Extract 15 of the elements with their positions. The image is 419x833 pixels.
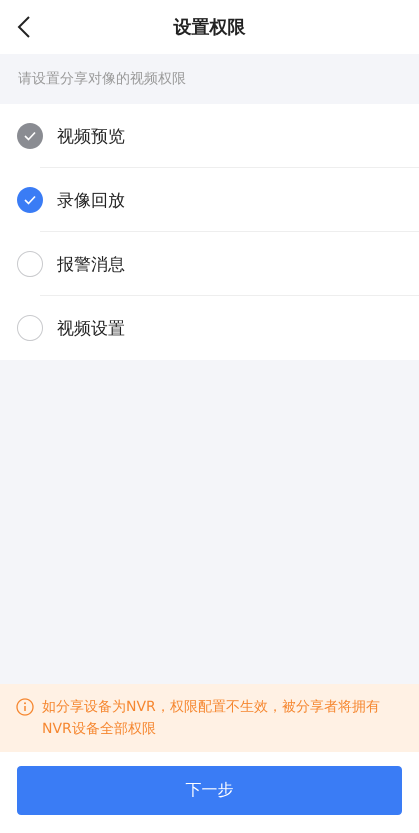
permission-label: 视频设置 (57, 318, 125, 340)
permission-label: 报警消息 (57, 254, 125, 276)
checkbox[interactable] (17, 187, 43, 213)
checkmark-icon (24, 195, 36, 205)
permission-label: 录像回放 (57, 190, 125, 212)
back-icon (17, 15, 31, 39)
checkbox[interactable] (17, 315, 43, 341)
info-icon (16, 698, 34, 716)
next-button[interactable]: 下一步 (17, 766, 402, 815)
page-title: 设置权限 (174, 16, 246, 39)
notice-text: 如分享设备为NVR，权限配置不生效，被分享者将拥有NVR设备全部权限 (42, 698, 381, 739)
hint-text: 请设置分享对像的视频权限 (17, 70, 187, 89)
checkmark-icon (24, 131, 36, 141)
checkbox[interactable] (17, 251, 43, 277)
permission-label: 视频预览 (57, 126, 125, 148)
